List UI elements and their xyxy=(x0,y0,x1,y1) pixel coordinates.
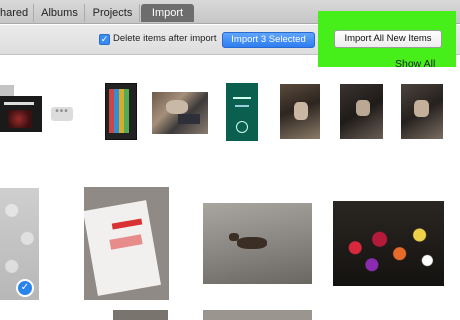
thumbnail-green-app-screen[interactable] xyxy=(226,83,258,141)
tab-import[interactable]: Import xyxy=(141,4,194,22)
thumbnail-album-cover[interactable] xyxy=(0,96,42,132)
selected-check-icon: ✓ xyxy=(16,279,34,297)
delete-after-import-label: Delete items after import xyxy=(113,33,217,44)
thumbnail-photo-3[interactable] xyxy=(401,84,443,139)
import-selected-button[interactable]: Import 3 Selected xyxy=(222,32,315,48)
tab-shared[interactable]: hared xyxy=(0,4,34,22)
thumbnail-phone-screenshot[interactable] xyxy=(105,83,137,140)
thumbnail-flowers[interactable] xyxy=(333,201,444,286)
thumbnail-dog-street[interactable] xyxy=(203,203,312,284)
thumbnail-photo-2[interactable] xyxy=(340,84,383,139)
more-indicator: ••• xyxy=(51,107,73,121)
tab-projects[interactable]: Projects xyxy=(86,4,140,22)
thumbnail-partial-bottom-2[interactable] xyxy=(203,310,312,320)
delete-after-import-checkbox[interactable]: ✓ xyxy=(99,34,110,45)
thumbnail-partial-bottom[interactable] xyxy=(113,310,168,320)
thumbnail-people-couch[interactable] xyxy=(152,92,208,134)
tab-albums[interactable]: Albums xyxy=(35,4,85,22)
thumbnail-white-bag[interactable] xyxy=(84,187,169,300)
thumbnail-photo-1[interactable] xyxy=(280,84,320,139)
import-all-button[interactable]: Import All New Items xyxy=(334,30,442,48)
show-all-link[interactable]: Show All xyxy=(395,58,435,70)
